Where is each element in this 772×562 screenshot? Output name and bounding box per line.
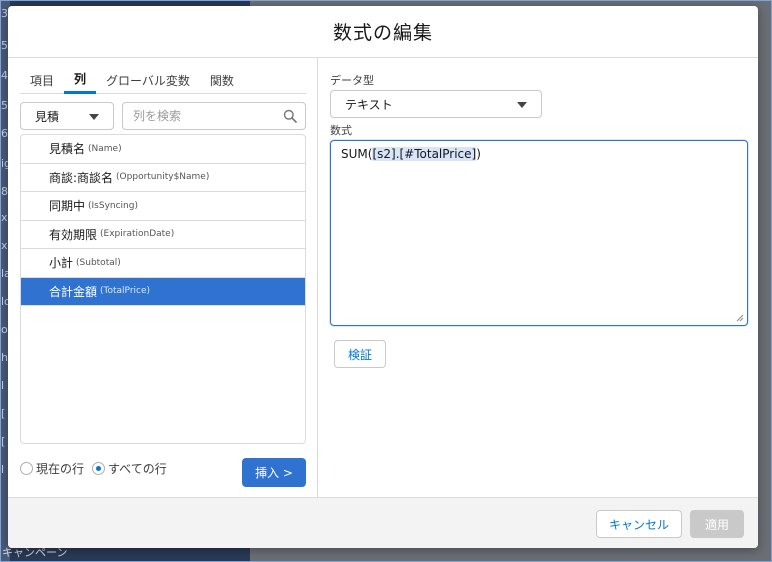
- column-api-name: (Name): [88, 143, 122, 154]
- column-item-expiration-date[interactable]: 有効期限 (ExpirationDate): [21, 221, 305, 249]
- column-api-name: (Opportunity$Name): [116, 172, 210, 183]
- bg-letter: 5: [1, 39, 8, 52]
- insert-button[interactable]: 挿入 >: [242, 458, 306, 487]
- radio-label: 現在の行: [36, 462, 85, 476]
- resize-handle-icon[interactable]: [736, 314, 744, 322]
- column-item-total-price[interactable]: 合計金額 (TotalPrice): [21, 277, 305, 306]
- tab-global-variables[interactable]: グローバル変数: [96, 66, 200, 94]
- data-type-value: テキスト: [345, 97, 393, 112]
- column-item-subtotal[interactable]: 小計 (Subtotal): [21, 249, 305, 278]
- column-item-is-syncing[interactable]: 同期中 (IsSyncing): [21, 192, 305, 221]
- radio-label: すべての行: [108, 462, 167, 476]
- bg-letter: 8: [1, 185, 8, 198]
- bg-letter: 3: [1, 7, 8, 20]
- chevron-down-icon: [89, 114, 99, 120]
- column-search-input[interactable]: [133, 104, 283, 128]
- radio-checked[interactable]: [92, 462, 106, 475]
- object-select[interactable]: 見積: [20, 102, 114, 130]
- formula-editor-modal: 数式の編集 項目 列 グローバル変数 関数 見積 列を検索 見積名 (Name)…: [8, 6, 758, 548]
- radio-all-rows[interactable]: すべての行: [92, 460, 167, 477]
- column-item-opportunity-name[interactable]: 商談:商談名 (Opportunity$Name): [21, 164, 305, 192]
- search-icon: [283, 109, 297, 123]
- bg-letter: [: [1, 435, 6, 448]
- formula-label: 数式: [330, 124, 352, 137]
- bg-letter: l: [1, 379, 5, 392]
- tab-fields[interactable]: 項目: [20, 66, 64, 94]
- modal-footer: キャンセル 適用: [8, 497, 758, 548]
- row-scope-radio-group: 現在の行 すべての行: [20, 460, 175, 477]
- column-api-name: (IsSyncing): [88, 200, 138, 211]
- bg-letter: 6: [1, 127, 8, 140]
- apply-button[interactable]: 適用: [690, 510, 744, 538]
- column-label: 有効期限: [49, 227, 98, 242]
- formula-suffix: ): [476, 147, 481, 161]
- bg-letter: 4: [1, 69, 8, 82]
- column-label: 商談:商談名: [49, 170, 114, 185]
- right-pane: データ型 テキスト 数式 SUM([s2].[#TotalPrice]) 検証: [318, 58, 758, 497]
- data-type-select[interactable]: テキスト: [330, 90, 542, 118]
- left-pane: 項目 列 グローバル変数 関数 見積 見積名 (Name): [8, 58, 318, 497]
- tab-functions[interactable]: 関数: [200, 66, 244, 94]
- chevron-down-icon: [517, 102, 527, 108]
- modal-title: 数式の編集: [332, 22, 433, 44]
- formula-text: SUM([s2].[#TotalPrice]): [341, 147, 481, 161]
- bg-letter: x: [1, 239, 8, 252]
- validate-button[interactable]: 検証: [334, 340, 386, 368]
- data-type-label: データ型: [330, 74, 374, 87]
- modal-body: 項目 列 グローバル変数 関数 見積 見積名 (Name): [8, 58, 758, 497]
- column-api-name: (Subtotal): [76, 257, 121, 268]
- column-api-name: (ExpirationDate): [100, 229, 175, 240]
- cancel-button[interactable]: キャンセル: [596, 510, 682, 538]
- radio-current-row[interactable]: 現在の行: [20, 460, 84, 477]
- column-label: 小計: [49, 256, 74, 271]
- bg-letter: l: [1, 463, 5, 476]
- column-label: 合計金額: [49, 284, 98, 299]
- radio-unchecked[interactable]: [20, 462, 33, 475]
- modal-header: 数式の編集: [8, 6, 758, 58]
- column-label: 見積名: [49, 142, 86, 157]
- bg-letter: o: [1, 323, 8, 336]
- object-select-value: 見積: [35, 109, 60, 124]
- formula-prefix: SUM(: [341, 147, 373, 161]
- bg-letter: h: [1, 351, 8, 364]
- tab-columns[interactable]: 列: [64, 66, 97, 94]
- column-item-name[interactable]: 見積名 (Name): [21, 135, 305, 164]
- tab-bar: 項目 列 グローバル変数 関数: [20, 66, 306, 94]
- column-list: 見積名 (Name) 商談:商談名 (Opportunity$Name) 同期中…: [20, 134, 306, 444]
- bg-letter: [: [1, 407, 6, 420]
- column-search: [122, 102, 306, 130]
- bg-letter: 5: [1, 99, 8, 112]
- formula-selected-token: [s2].[#TotalPrice]: [372, 147, 477, 161]
- bg-letter: x: [1, 211, 8, 224]
- formula-textarea[interactable]: SUM([s2].[#TotalPrice]): [330, 140, 748, 326]
- column-api-name: (TotalPrice): [100, 286, 151, 297]
- column-label: 同期中: [49, 199, 86, 214]
